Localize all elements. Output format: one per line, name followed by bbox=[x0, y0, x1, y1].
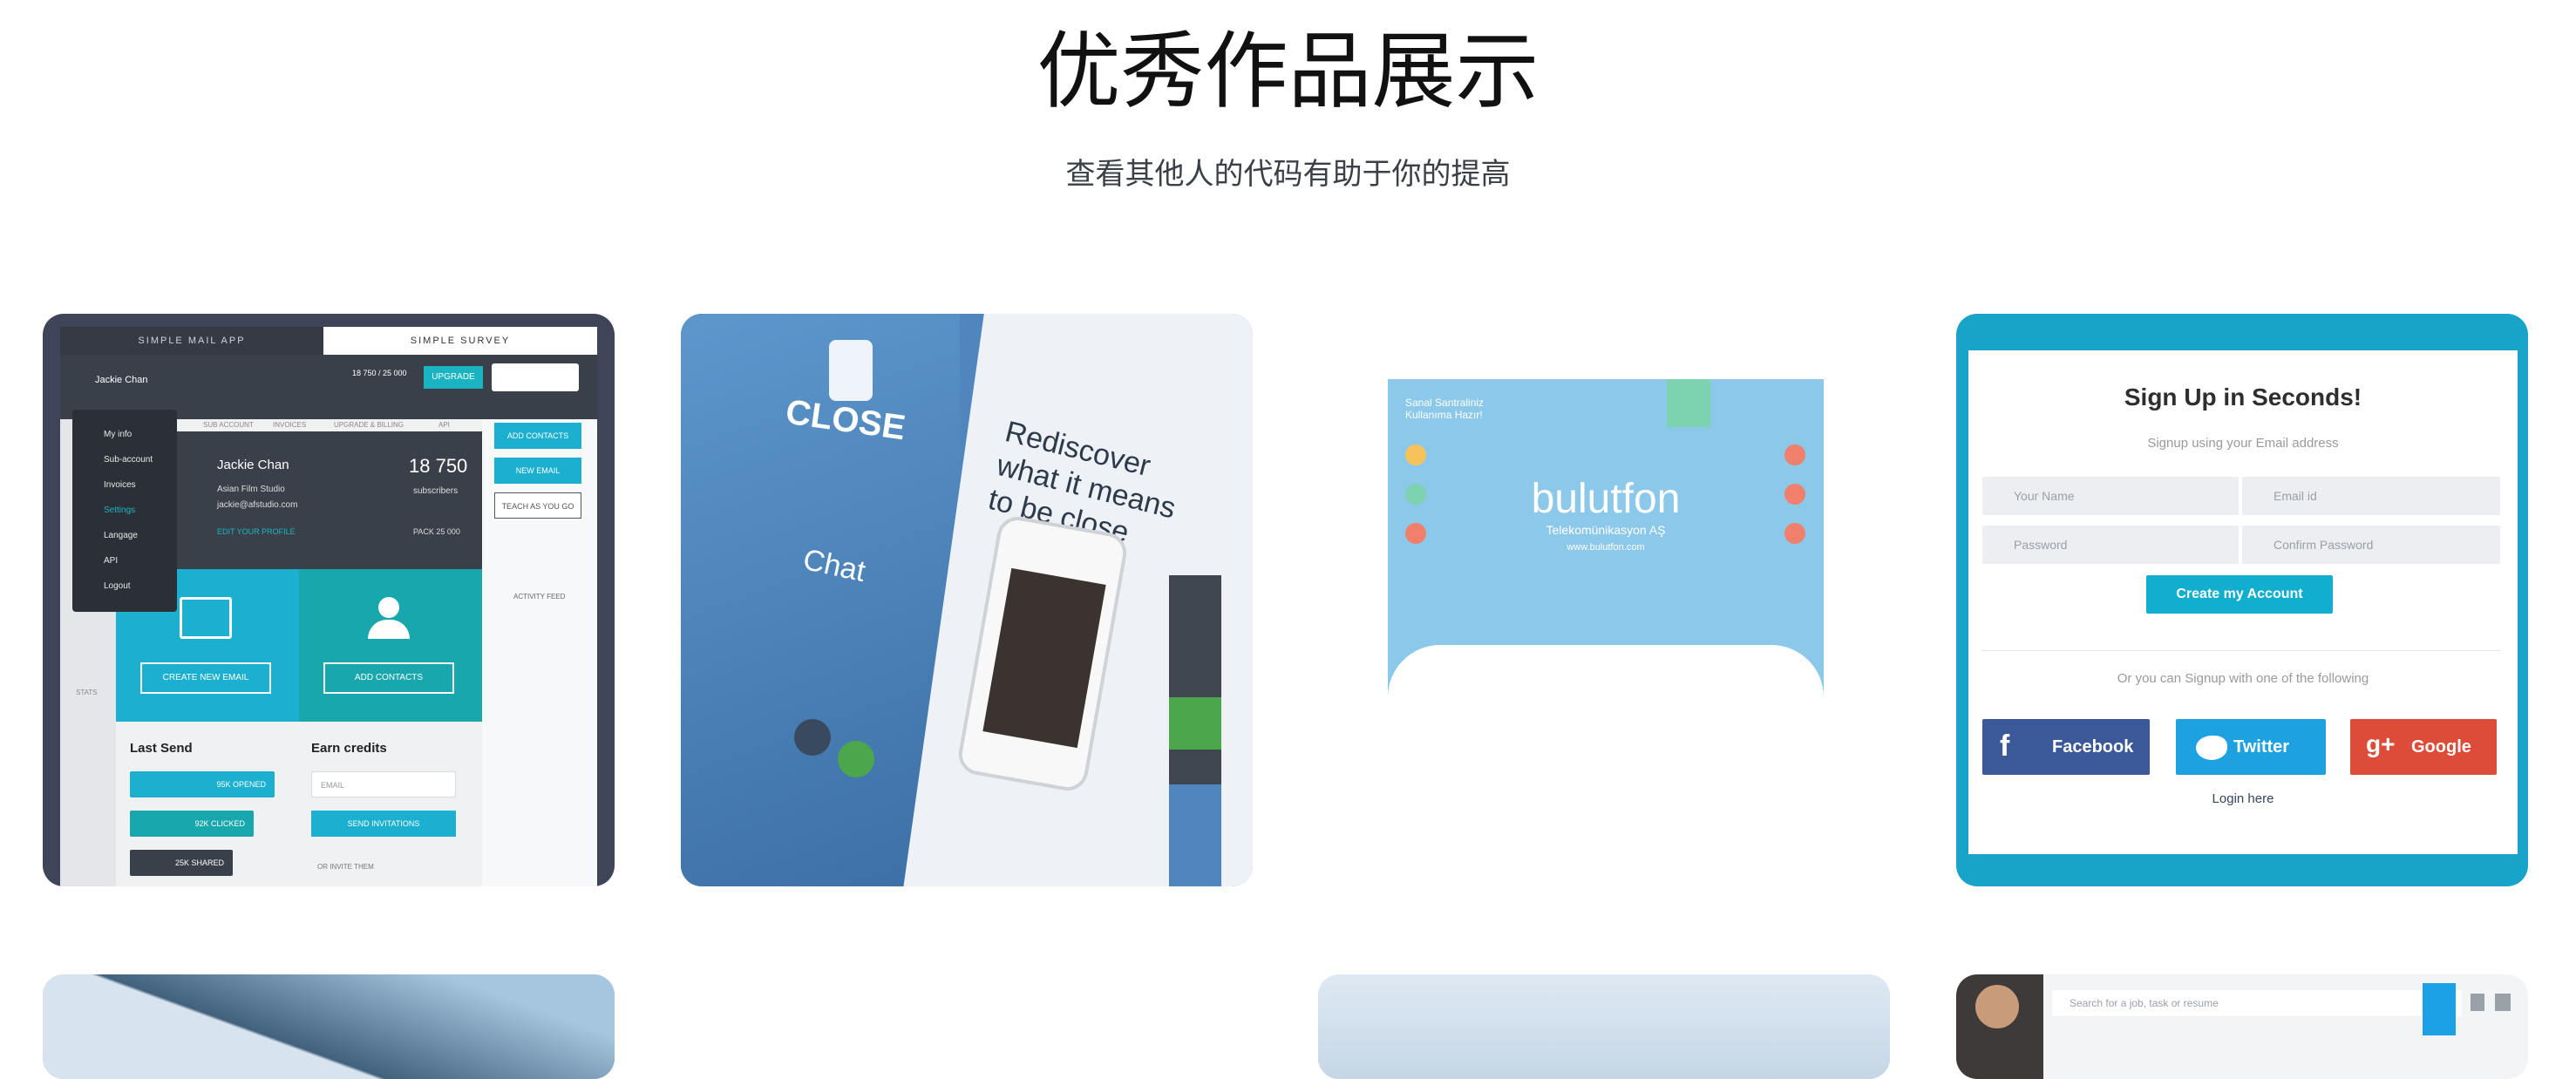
menu-item-my-info: My info bbox=[104, 430, 133, 439]
profile-email: jackie@afstudio.com bbox=[217, 500, 298, 510]
photo-building bbox=[43, 974, 615, 1079]
confirm-password-field: Confirm Password bbox=[2242, 526, 2500, 564]
ribbon-badge bbox=[1667, 379, 1710, 427]
feature-icon-4 bbox=[1784, 444, 1805, 465]
profile-company: Asian Film Studio bbox=[217, 485, 285, 494]
showcase-card-7[interactable] bbox=[1318, 974, 1890, 1079]
feature-icon-2 bbox=[1405, 484, 1426, 505]
menu-item-sub-account: Sub-account bbox=[104, 455, 153, 465]
send-invitations-button: SEND INVITATIONS bbox=[311, 811, 456, 837]
feature-icon-3 bbox=[1405, 523, 1426, 544]
close-logo-icon bbox=[829, 340, 873, 401]
add-contacts-button: ADD CONTACTS bbox=[323, 662, 454, 694]
subscribers-count: 18 750 bbox=[409, 455, 468, 477]
earn-credits-heading: Earn credits bbox=[311, 741, 387, 756]
grid-icon bbox=[2495, 994, 2511, 1011]
google-plus-icon: g+ bbox=[2366, 730, 2396, 757]
menu-item-api: API bbox=[104, 556, 119, 566]
send-circle-icon bbox=[838, 741, 874, 777]
add-user-icon bbox=[2423, 983, 2456, 1035]
showcase-card-8[interactable]: Search for a job, task or resume bbox=[1956, 974, 2528, 1079]
invite-label: OR INVITE THEM bbox=[317, 863, 374, 871]
stats-label: STATS bbox=[76, 689, 98, 696]
showcase-card-close-app[interactable]: CLOSE Chat Rediscover what it means to b… bbox=[681, 314, 1253, 886]
subnav-sub-account: SUB ACCOUNT bbox=[203, 421, 254, 429]
create-email-button: CREATE NEW EMAIL bbox=[140, 662, 271, 694]
twitter-icon bbox=[2196, 736, 2227, 760]
right-sidebar bbox=[482, 419, 597, 886]
search-box bbox=[492, 363, 579, 391]
bulutfon-site: www.bulutfon.com bbox=[1567, 542, 1645, 553]
menu-item-invoices: Invoices bbox=[104, 480, 136, 490]
subscribers-label: subscribers bbox=[413, 486, 459, 496]
users-icon bbox=[363, 597, 415, 639]
email-field: EMAIL bbox=[311, 771, 456, 797]
tab-simple-survey: SIMPLE SURVEY bbox=[323, 327, 597, 355]
name-field: Your Name bbox=[1982, 477, 2239, 515]
subnav-invoices: INVOICES bbox=[273, 421, 307, 429]
signup-subheading: Signup using your Email address bbox=[2147, 436, 2339, 451]
add-contacts-tile bbox=[299, 569, 482, 722]
showcase-card-mail-app[interactable]: SIMPLE MAIL APP SIMPLE SURVEY Jackie Cha… bbox=[43, 314, 615, 886]
feature-icon-1 bbox=[1405, 444, 1426, 465]
mail-icon bbox=[180, 597, 232, 639]
subnav-upgrade: UPGRADE & BILLING bbox=[334, 421, 404, 429]
brochure-heading: Sanal Santraliniz Kullanıma Hazır! bbox=[1405, 397, 1485, 421]
login-link: Login here bbox=[2212, 791, 2274, 806]
profile-name: Jackie Chan bbox=[217, 458, 289, 472]
user-name: Jackie Chan bbox=[95, 375, 148, 385]
feature-icon-5 bbox=[1784, 484, 1805, 505]
menu-item-logout: Logout bbox=[104, 581, 131, 591]
showcase-card-bulutfon[interactable]: Sanal Santraliniz Kullanıma Hazır! bulut… bbox=[1318, 314, 1890, 886]
quota-text: 18 750 / 25 000 bbox=[352, 369, 407, 377]
section-title: 优秀作品展示 bbox=[1037, 23, 1539, 120]
avatar bbox=[1975, 985, 2019, 1028]
swatch-green bbox=[1169, 697, 1221, 750]
profile-edit-link: EDIT YOUR PROFILE bbox=[217, 527, 296, 536]
activity-feed-label: ACTIVITY FEED bbox=[513, 593, 566, 601]
upgrade-button: UPGRADE bbox=[424, 366, 483, 389]
side-new-email-button: NEW EMAIL bbox=[494, 458, 581, 484]
showcase-card-signup[interactable]: Sign Up in Seconds! Signup using your Em… bbox=[1956, 314, 2528, 886]
create-account-button: Create my Account bbox=[2146, 575, 2333, 614]
feature-icon-6 bbox=[1784, 523, 1805, 544]
pack-label: PACK 25 000 bbox=[413, 527, 460, 536]
shared-bar: 25K SHARED bbox=[130, 850, 233, 876]
subnav-api: API bbox=[438, 421, 450, 429]
opened-bar: 95K OPENED bbox=[130, 771, 275, 797]
or-text: Or you can Signup with one of the follow… bbox=[2117, 671, 2369, 686]
signup-heading: Sign Up in Seconds! bbox=[2124, 383, 2362, 411]
swatch-blue bbox=[1169, 784, 1221, 886]
showcase-card-5[interactable] bbox=[43, 974, 615, 1079]
photo-blur bbox=[1318, 974, 1890, 1079]
circle-button-icon bbox=[794, 719, 831, 756]
password-field: Password bbox=[1982, 526, 2239, 564]
clicked-bar: 92K CLICKED bbox=[130, 811, 254, 837]
section-subtitle: 查看其他人的代码有助于你的提高 bbox=[1065, 157, 1511, 192]
divider bbox=[1982, 650, 2500, 651]
menu-item-langage: Langage bbox=[104, 531, 138, 540]
bulutfon-logo: bulutfon bbox=[1531, 476, 1681, 522]
menu-item-settings: Settings bbox=[104, 506, 136, 515]
bulutfon-subtitle: Telekomünikasyon AŞ bbox=[1546, 523, 1666, 537]
email-field: Email id bbox=[2242, 477, 2500, 515]
side-add-contacts-button: ADD CONTACTS bbox=[494, 423, 581, 449]
cloud-shape bbox=[1388, 645, 1824, 745]
last-send-heading: Last Send bbox=[130, 741, 193, 756]
facebook-icon: f bbox=[2000, 730, 2010, 763]
side-teach-button: TEACH AS YOU GO bbox=[494, 492, 581, 519]
job-search-field: Search for a job, task or resume bbox=[2052, 990, 2462, 1016]
document-icon bbox=[2471, 994, 2484, 1011]
tab-simple-mail-app: SIMPLE MAIL APP bbox=[138, 336, 246, 346]
